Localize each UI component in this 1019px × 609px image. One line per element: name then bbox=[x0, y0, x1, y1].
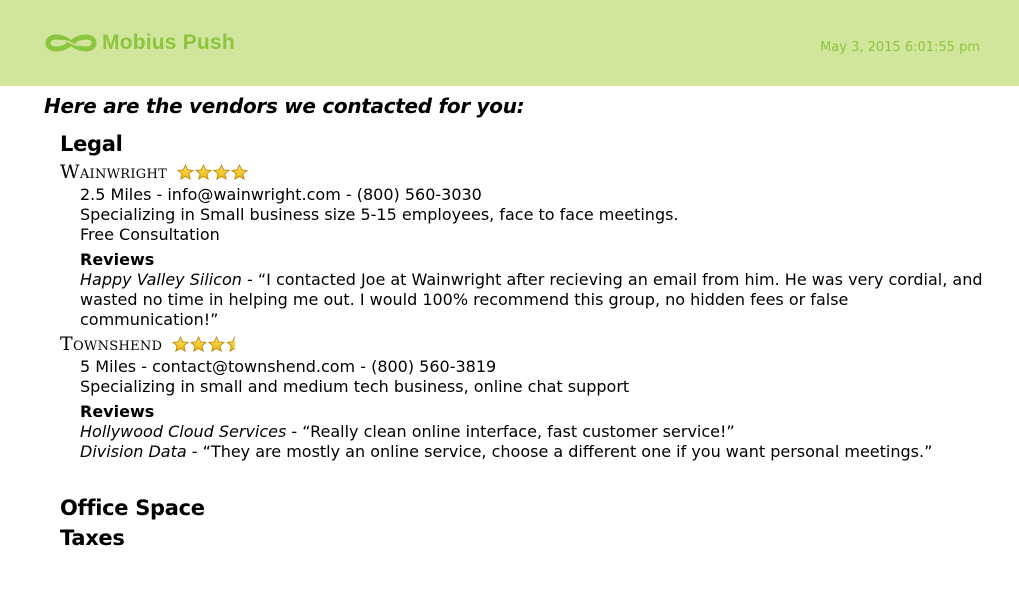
brand-logo[interactable]: Mobius Push bbox=[44, 31, 235, 55]
category-title-office-space: Office Space bbox=[60, 496, 205, 520]
category-title-taxes: Taxes bbox=[60, 526, 125, 550]
star-icon bbox=[172, 335, 190, 352]
star-icon bbox=[213, 163, 231, 180]
vendor-contact: 5 Miles - contact@townshend.com - (800) … bbox=[80, 357, 497, 376]
review-source: Happy Valley Silicon bbox=[80, 270, 242, 289]
vendor-name: Wainwright bbox=[60, 161, 168, 183]
review-item: Happy Valley Silicon - “I contacted Joe … bbox=[80, 270, 990, 330]
category-title-legal: Legal bbox=[60, 132, 123, 156]
review-item: Division Data - “They are mostly an onli… bbox=[80, 442, 990, 462]
vendor-specialty: Specializing in small and medium tech bu… bbox=[80, 377, 630, 396]
brand-name: Mobius Push bbox=[102, 31, 235, 54]
reviews-heading: Reviews bbox=[80, 250, 155, 269]
vendor-specialty: Specializing in Small business size 5-15… bbox=[80, 205, 679, 224]
review-text: - “They are mostly an online service, ch… bbox=[186, 442, 933, 461]
star-icon bbox=[231, 163, 249, 180]
half-star-icon bbox=[226, 335, 236, 352]
timestamp: May 3, 2015 6:01:55 pm bbox=[820, 40, 980, 55]
review-source: Division Data bbox=[80, 442, 187, 461]
infinity-icon bbox=[45, 34, 97, 52]
star-icon bbox=[208, 335, 226, 352]
vendor-list: Legal Wainwright 2.5 Miles - info@wainwr… bbox=[60, 130, 990, 552]
vendor-card: Wainwright 2.5 Miles - info@wainwright.c… bbox=[60, 159, 990, 330]
star-icon bbox=[177, 163, 195, 180]
review-item: Hollywood Cloud Services - “Really clean… bbox=[80, 422, 990, 442]
reviews-heading: Reviews bbox=[80, 402, 155, 421]
star-rating bbox=[177, 163, 249, 181]
star-icon bbox=[195, 163, 213, 180]
vendor-card: Townshend 5 Miles - contact@townshend.co… bbox=[60, 331, 990, 462]
star-rating bbox=[172, 335, 236, 353]
vendor-name: Townshend bbox=[60, 333, 163, 355]
review-text: - “Really clean online interface, fast c… bbox=[286, 422, 735, 441]
app-header: Mobius Push May 3, 2015 6:01:55 pm bbox=[0, 0, 1019, 86]
vendor-offer: Free Consultation bbox=[80, 225, 220, 244]
page-title: Here are the vendors we contacted for yo… bbox=[44, 94, 525, 118]
vendor-contact: 2.5 Miles - info@wainwright.com - (800) … bbox=[80, 185, 482, 204]
star-icon bbox=[190, 335, 208, 352]
review-source: Hollywood Cloud Services bbox=[80, 422, 287, 441]
